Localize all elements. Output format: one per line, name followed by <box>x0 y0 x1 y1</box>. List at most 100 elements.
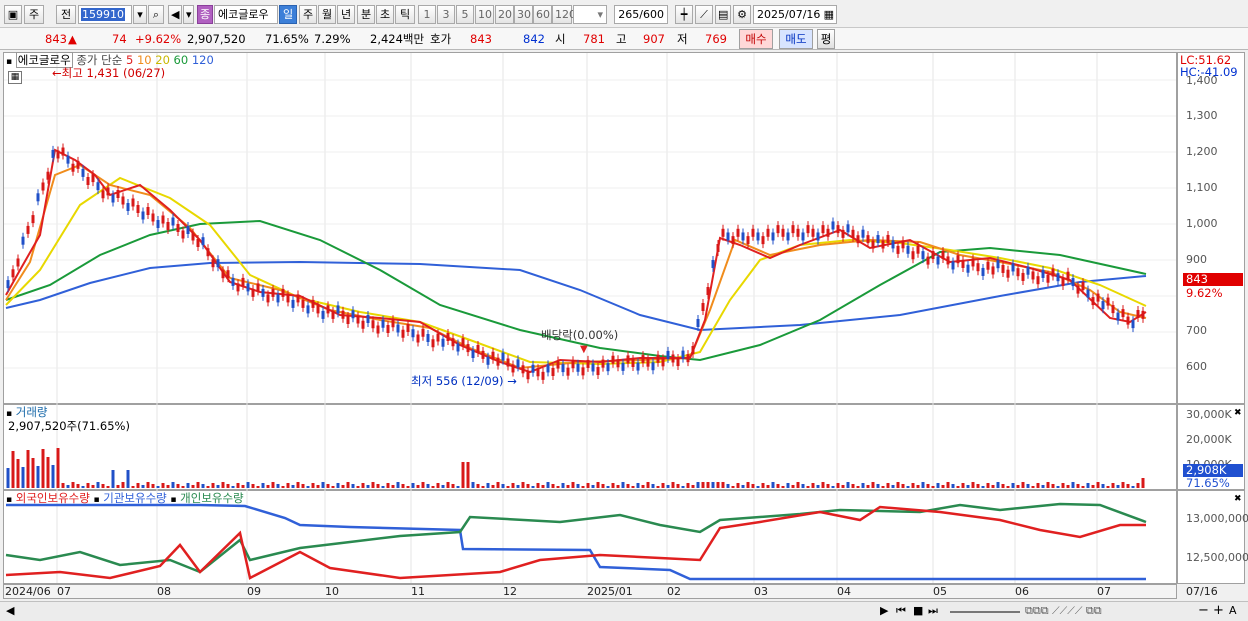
volume-bar <box>716 482 720 488</box>
xaxis-label: 2024/06 <box>5 585 51 598</box>
candle-body <box>306 305 310 314</box>
volume-bar <box>866 485 870 488</box>
candle-body <box>726 232 730 241</box>
chart-scrollbar[interactable]: ◀ ▶ ⏮ ■ ⏭ ⧉⧉⧉ ⟋⟋⟋⟋ ⧉⧉ − + A <box>0 601 1248 621</box>
volume-bar <box>176 484 180 488</box>
grid-icon[interactable]: ▦ <box>8 71 22 84</box>
candle-body <box>736 228 740 237</box>
volume-bar <box>366 485 370 488</box>
legend-ma-label: 종가 단순 <box>76 53 123 67</box>
candle-body <box>1141 310 1145 319</box>
volume-bar <box>311 483 315 488</box>
volume-bar <box>761 483 765 488</box>
candle-body <box>511 364 515 373</box>
zoom-slider[interactable] <box>950 611 1020 613</box>
candle-body <box>996 260 1000 269</box>
volume-bar <box>336 483 340 488</box>
candle-body <box>86 177 90 185</box>
stop-icon[interactable]: ■ <box>913 604 923 617</box>
volume-bar <box>581 486 585 488</box>
holding-close-icon[interactable]: ✖ <box>1234 492 1242 506</box>
candle-body <box>296 294 300 303</box>
legend-individual: 개인보유수량 <box>180 491 244 505</box>
candle-body <box>1026 266 1030 275</box>
volume-bar <box>466 462 470 488</box>
volume-bar <box>1086 483 1090 488</box>
xaxis-label: 08 <box>157 585 171 598</box>
candle-body <box>981 267 985 276</box>
candle-body <box>426 334 430 342</box>
volume-bar <box>186 483 190 488</box>
candle-body <box>381 319 385 328</box>
volume-bar <box>1046 482 1050 488</box>
candle-body <box>291 299 295 308</box>
pane-toggle-icon[interactable]: ▪ <box>6 57 12 67</box>
candle-body <box>56 150 60 159</box>
volume-bar <box>726 484 730 488</box>
volume-bar <box>31 458 35 488</box>
candle-body <box>541 371 545 380</box>
candle-body <box>886 234 890 243</box>
high-note: 최고 1,431 (06/27) <box>61 66 166 80</box>
candle-body <box>1061 277 1065 286</box>
candle-body <box>831 221 835 230</box>
candle-body <box>281 288 285 297</box>
volume-bar <box>911 483 915 488</box>
volume-bar <box>671 482 675 488</box>
volume-bar <box>546 482 550 488</box>
view-tools-icon[interactable]: ⧉⧉⧉ ⟋⟋⟋⟋ ⧉⧉ <box>1025 604 1102 618</box>
volume-bar <box>501 484 505 488</box>
candle-body <box>386 325 390 333</box>
volume-bar <box>771 482 775 488</box>
volume-bar <box>181 486 185 488</box>
volume-ytick: 30,000K <box>1186 408 1232 421</box>
volume-bar <box>221 482 225 488</box>
candle-body <box>111 194 115 203</box>
candle-body <box>251 288 255 297</box>
zoom-out-icon[interactable]: − <box>1198 603 1209 618</box>
volume-bar <box>131 486 135 488</box>
volume-bar <box>391 485 395 488</box>
volume-bar <box>846 482 850 488</box>
candle-body <box>1071 278 1075 287</box>
candle-body <box>686 354 690 363</box>
candle-body <box>26 225 30 234</box>
volume-bar <box>1101 484 1105 488</box>
volume-bar <box>361 483 365 488</box>
candle-body <box>906 245 910 254</box>
volume-bar <box>406 486 410 488</box>
holding-pane-toggle-icon[interactable]: ▪ <box>6 495 12 505</box>
scroll-right-icon[interactable]: ▶ <box>880 604 888 617</box>
candle-body <box>651 362 655 371</box>
candle-body <box>1106 297 1110 306</box>
volume-bar <box>896 482 900 488</box>
fast-forward-icon[interactable]: ⏭ <box>928 604 938 618</box>
volume-bar <box>261 483 265 488</box>
volume-bar <box>906 486 910 488</box>
volume-bar <box>71 482 75 488</box>
zoom-in-icon[interactable]: + <box>1213 603 1224 618</box>
candle-body <box>586 359 590 368</box>
volume-bar <box>266 485 270 488</box>
volume-bar <box>601 484 605 488</box>
candle-body <box>1021 272 1025 281</box>
candle-body <box>521 365 525 374</box>
font-size-icon[interactable]: A <box>1229 604 1237 617</box>
volume-close-icon[interactable]: ✖ <box>1234 406 1242 420</box>
volume-bar <box>461 462 465 488</box>
candle-body <box>1136 310 1140 318</box>
volume-bar <box>661 483 665 488</box>
legend-ma-120: 120 <box>191 53 214 67</box>
scroll-left-icon[interactable]: ◀ <box>6 604 14 617</box>
rewind-icon[interactable]: ⏮ <box>896 604 906 618</box>
candle-body <box>146 207 150 215</box>
candle-body <box>841 229 845 238</box>
candle-body <box>191 232 195 241</box>
candle-body <box>1036 276 1040 285</box>
volume-pane-toggle-icon[interactable]: ▪ <box>6 409 12 419</box>
volume-bar <box>446 482 450 488</box>
volume-bar <box>631 486 635 488</box>
volume-bar <box>1006 486 1010 488</box>
volume-bar <box>86 483 90 488</box>
candle-body <box>676 358 680 367</box>
